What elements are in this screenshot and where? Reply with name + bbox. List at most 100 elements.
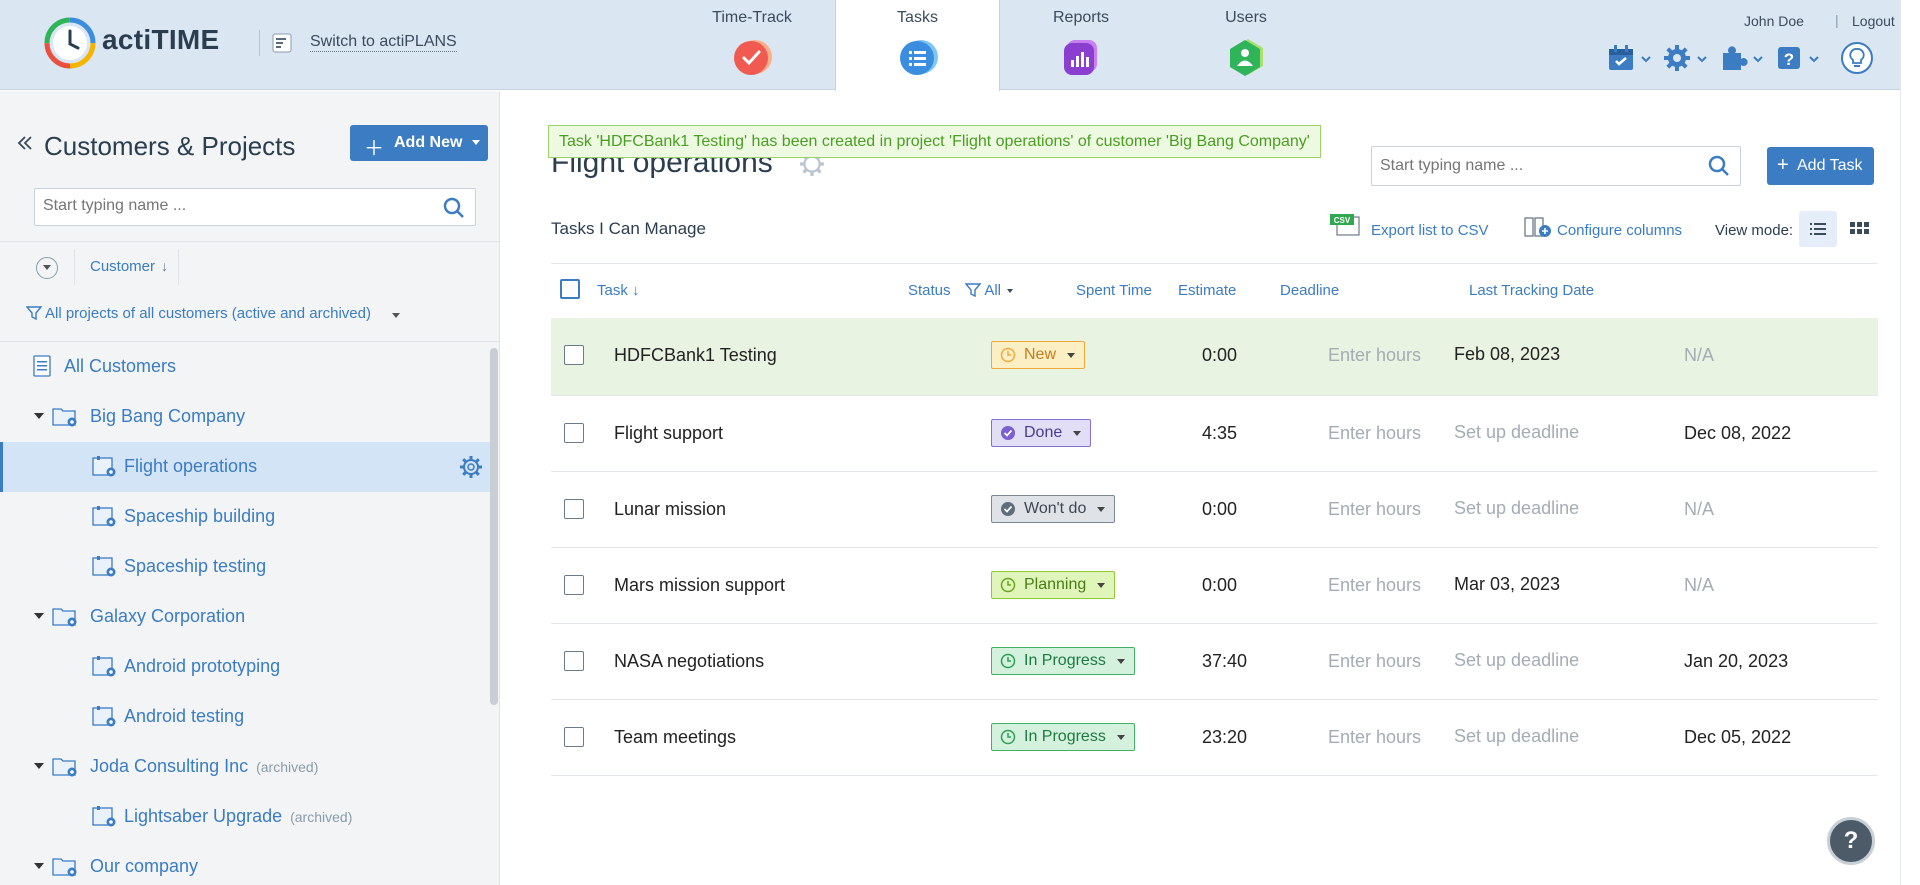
task-name[interactable]: Team meetings (614, 727, 736, 748)
project-filter[interactable]: All projects of all customers (active an… (26, 305, 371, 322)
estimate-input[interactable]: Enter hours (1328, 499, 1421, 520)
sidebar-search-field[interactable] (34, 188, 476, 226)
estimate-input[interactable]: Enter hours (1328, 727, 1421, 748)
chevron-down-icon (1116, 659, 1125, 664)
sidebar-search-input[interactable] (43, 197, 423, 215)
row-checkbox[interactable] (564, 499, 584, 519)
tree-item-project[interactable]: Spaceship testing (0, 542, 492, 592)
column-spent-time[interactable]: Spent Time (1076, 282, 1152, 299)
row-checkbox[interactable] (564, 345, 584, 365)
estimate-input[interactable]: Enter hours (1328, 651, 1421, 672)
calendar-icon[interactable] (1606, 43, 1636, 73)
row-checkbox[interactable] (564, 727, 584, 747)
deadline[interactable]: Feb 08, 2023 (1454, 344, 1560, 365)
table-row[interactable]: Flight support Done 4:35 Enter hours Set… (551, 396, 1878, 472)
estimate-input[interactable]: Enter hours (1328, 423, 1421, 444)
table-row[interactable]: HDFCBank1 Testing New 0:00 Enter hours F… (551, 318, 1878, 396)
search-icon[interactable] (443, 197, 465, 219)
help-icon[interactable]: ? (1774, 43, 1804, 73)
column-task[interactable]: Task ↓ (597, 282, 640, 299)
actitime-logo-icon[interactable] (44, 17, 96, 69)
table-row[interactable]: Mars mission support Planning 0:00 Enter… (551, 548, 1878, 624)
add-new-button[interactable]: ＋ Add New (350, 125, 488, 161)
sort-by-customer[interactable]: Customer (90, 258, 155, 275)
row-checkbox[interactable] (564, 423, 584, 443)
grid-view-icon[interactable] (1841, 211, 1877, 247)
column-estimate[interactable]: Estimate (1178, 282, 1236, 299)
table-row[interactable]: Lunar mission Won't do 0:00 Enter hours … (551, 472, 1878, 548)
task-name[interactable]: HDFCBank1 Testing (614, 345, 777, 366)
tree-item-project[interactable]: Spaceship building (0, 492, 492, 542)
sort-arrow-icon[interactable]: ↓ (161, 258, 168, 274)
logout-link[interactable]: Logout (1852, 13, 1895, 29)
tree-item-customer[interactable]: Joda Consulting Inc (archived) (0, 742, 492, 792)
status-dropdown[interactable]: Done (991, 419, 1092, 447)
task-search-field[interactable] (1371, 146, 1741, 186)
tab-reports[interactable]: Reports (1021, 0, 1141, 90)
task-name[interactable]: Lunar mission (614, 499, 726, 520)
addons-icon[interactable] (1718, 43, 1748, 73)
status-dropdown[interactable]: In Progress (991, 647, 1135, 675)
table-row[interactable]: NASA negotiations In Progress 37:40 Ente… (551, 624, 1878, 700)
switch-to-actiplans-link[interactable]: Switch to actiPLANS (310, 33, 457, 52)
estimate-input[interactable]: Enter hours (1328, 575, 1421, 596)
tree-item-project[interactable]: Android testing (0, 692, 492, 742)
user-name[interactable]: John Doe (1744, 13, 1804, 29)
chevron-down-icon[interactable] (1697, 55, 1707, 63)
chevron-down-icon[interactable] (1753, 55, 1763, 63)
list-view-icon[interactable] (1799, 211, 1837, 247)
collapse-triangle-icon[interactable] (34, 413, 44, 419)
task-name[interactable]: Mars mission support (614, 575, 785, 596)
tab-users[interactable]: Users (1186, 0, 1306, 90)
tree-item-customer[interactable]: Our company (0, 842, 492, 885)
tab-tasks[interactable]: Tasks (835, 0, 1000, 91)
task-search-input[interactable] (1380, 157, 1700, 175)
deadline[interactable]: Set up deadline (1454, 422, 1579, 443)
deadline[interactable]: Set up deadline (1454, 650, 1579, 671)
collapse-triangle-icon[interactable] (34, 763, 44, 769)
tab-time-track[interactable]: Time-Track (692, 0, 812, 90)
help-chat-button[interactable]: ? (1827, 817, 1875, 865)
lightbulb-icon[interactable] (1840, 41, 1874, 75)
sidebar-scrollbar[interactable] (490, 348, 498, 705)
status-label: In Progress (1024, 652, 1106, 669)
column-status[interactable]: Status (908, 282, 951, 299)
chevron-down-icon[interactable] (1809, 55, 1819, 63)
status-filter-label: All (984, 282, 1002, 299)
table-row[interactable]: Team meetings In Progress 23:20 Enter ho… (551, 700, 1878, 776)
estimate-input[interactable]: Enter hours (1328, 345, 1421, 366)
column-deadline[interactable]: Deadline (1280, 282, 1339, 299)
row-checkbox[interactable] (564, 575, 584, 595)
settings-icon[interactable] (1662, 43, 1692, 73)
column-last-tracking-date[interactable]: Last Tracking Date (1469, 282, 1594, 299)
task-name[interactable]: Flight support (614, 423, 723, 444)
sort-toggle-icon[interactable] (36, 257, 58, 279)
row-checkbox[interactable] (564, 651, 584, 671)
deadline[interactable]: Set up deadline (1454, 726, 1579, 747)
select-all-checkbox[interactable] (560, 279, 580, 299)
collapse-sidebar-icon[interactable] (16, 134, 34, 152)
search-icon[interactable] (1708, 155, 1730, 177)
tree-item-project[interactable]: Lightsaber Upgrade (archived) (0, 792, 492, 842)
header-divider (259, 30, 260, 56)
tree-item-project-selected[interactable]: Flight operations (0, 442, 492, 492)
status-dropdown[interactable]: Planning (991, 571, 1116, 599)
status-filter[interactable]: All (964, 282, 1014, 299)
tree-item-customer[interactable]: Galaxy Corporation (0, 592, 492, 642)
chevron-down-icon (1097, 583, 1106, 588)
status-dropdown[interactable]: New (991, 341, 1086, 369)
tree-item-all-customers[interactable]: All Customers (0, 342, 492, 392)
chevron-down-icon[interactable] (392, 313, 400, 318)
deadline[interactable]: Mar 03, 2023 (1454, 574, 1560, 595)
add-task-button[interactable]: + Add Task (1767, 147, 1874, 185)
status-dropdown[interactable]: Won't do (991, 495, 1116, 523)
deadline[interactable]: Set up deadline (1454, 498, 1579, 519)
tree-item-customer[interactable]: Big Bang Company (0, 392, 492, 442)
status-dropdown[interactable]: In Progress (991, 723, 1135, 751)
task-name[interactable]: NASA negotiations (614, 651, 764, 672)
collapse-triangle-icon[interactable] (34, 613, 44, 619)
project-settings-gear-icon[interactable] (459, 455, 483, 479)
chevron-down-icon[interactable] (1641, 55, 1651, 63)
tree-item-project[interactable]: Android prototyping (0, 642, 492, 692)
collapse-triangle-icon[interactable] (34, 863, 44, 869)
